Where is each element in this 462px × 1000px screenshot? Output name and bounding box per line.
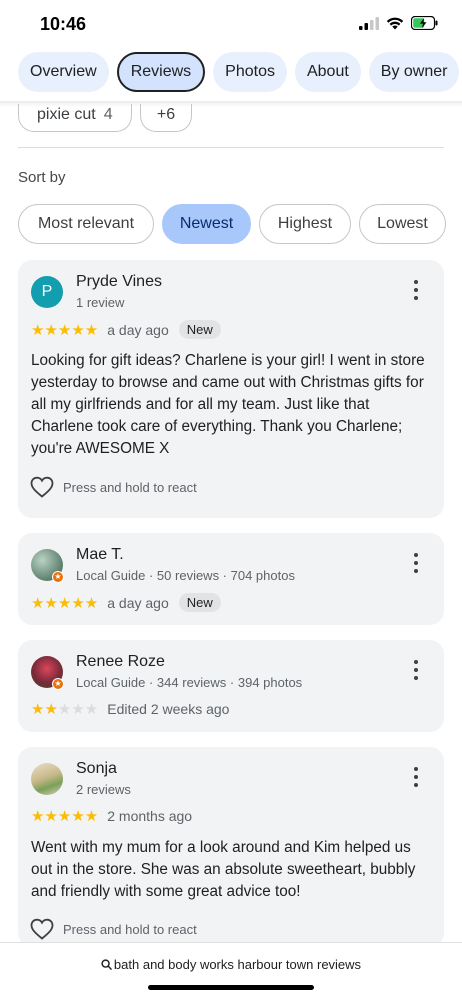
place-tabs: Overview Reviews Photos About By owner [18,52,460,92]
rating-row: ★★★★★ 2 months ago [31,807,192,825]
rating-row: ★★★★★ a day ago New [31,593,221,612]
new-badge: New [178,320,221,339]
bottom-search-bar[interactable]: bath and body works harbour town reviews [0,942,462,1000]
search-icon [101,959,112,970]
tab-about[interactable]: About [294,52,361,92]
avatar-letter: P [41,283,53,300]
review-card: ★ Renee Roze Local Guide · 344 reviews ·… [18,640,444,732]
status-bar: 10:46 [0,0,462,48]
avatar[interactable] [31,763,63,795]
rating-row: ★★★★★ a day ago New [31,320,221,339]
topic-chip-more-label: +6 [156,106,176,123]
react-label: Press and hold to react [63,479,197,495]
react-button[interactable]: Press and hold to react [30,918,197,940]
tab-overview[interactable]: Overview [18,52,109,92]
more-options-icon[interactable] [408,767,424,787]
sort-most-relevant[interactable]: Most relevant [18,204,154,244]
local-guide-badge-icon: ★ [52,571,64,583]
star-rating: ★★★★★ [31,594,99,612]
sort-label: Sort by [18,169,66,186]
search-query: bath and body works harbour town reviews [113,957,362,972]
divider [18,147,444,148]
tab-by-owner[interactable]: By owner [368,52,460,92]
status-time: 10:46 [40,14,87,34]
tab-reviews[interactable]: Reviews [116,52,206,92]
reviewer-name[interactable]: Pryde Vines [76,273,162,291]
home-indicator[interactable] [148,985,314,990]
review-card: Sonja 2 reviews ★★★★★ 2 months ago Went … [18,747,444,947]
more-options-icon[interactable] [408,553,424,573]
wifi-icon [386,17,404,30]
sort-newest[interactable]: Newest [162,204,251,244]
reviewer-name[interactable]: Mae T. [76,546,124,564]
react-button[interactable]: Press and hold to react [30,476,197,498]
topic-chip-more[interactable]: +6 [140,104,192,132]
star-rating: ★★★★★ [31,321,99,339]
react-label: Press and hold to react [63,921,197,937]
review-date: 2 months ago [107,808,193,824]
review-date: a day ago [107,594,169,611]
review-date: a day ago [107,321,169,338]
reviewer-meta: 2 reviews [76,782,131,797]
more-options-icon[interactable] [408,660,424,680]
reviewer-name[interactable]: Renee Roze [76,653,165,671]
star-rating: ★★★★★ [31,701,99,718]
sort-options: Most relevant Newest Highest Lowest [18,204,446,244]
review-card: ★ Mae T. Local Guide · 50 reviews · 704 … [18,533,444,625]
rating-row: ★★★★★ Edited 2 weeks ago [31,700,229,718]
topic-chip-label: pixie cut [37,106,96,123]
tab-photos[interactable]: Photos [213,52,287,92]
review-text[interactable]: Looking for gift ideas? Charlene is your… [31,350,431,460]
more-options-icon[interactable] [408,280,424,300]
heart-icon [30,476,54,498]
search-query-row[interactable]: bath and body works harbour town reviews [0,957,462,972]
battery-charging-icon [411,16,438,30]
reviewer-meta: Local Guide · 50 reviews · 704 photos [76,568,295,583]
sort-highest[interactable]: Highest [259,204,351,244]
review-date: Edited 2 weeks ago [107,701,230,717]
status-icons [359,16,438,30]
heart-icon [30,918,54,940]
new-badge: New [178,593,221,612]
avatar[interactable]: P [31,276,63,308]
sort-lowest[interactable]: Lowest [359,204,446,244]
topic-chip-count: 4 [103,106,113,123]
review-text[interactable]: Went with my mum for a look around and K… [31,837,431,903]
star-rating: ★★★★★ [31,808,99,825]
reviewer-meta: 1 review [76,295,125,310]
reviewer-name[interactable]: Sonja [76,760,117,778]
review-card: P Pryde Vines 1 review ★★★★★ a day ago N… [18,260,444,518]
topic-chip-pixie-cut[interactable]: pixie cut 4 [18,104,132,132]
cellular-signal-icon [359,16,379,30]
reviewer-meta: Local Guide · 344 reviews · 394 photos [76,675,303,690]
local-guide-badge-icon: ★ [52,678,64,690]
